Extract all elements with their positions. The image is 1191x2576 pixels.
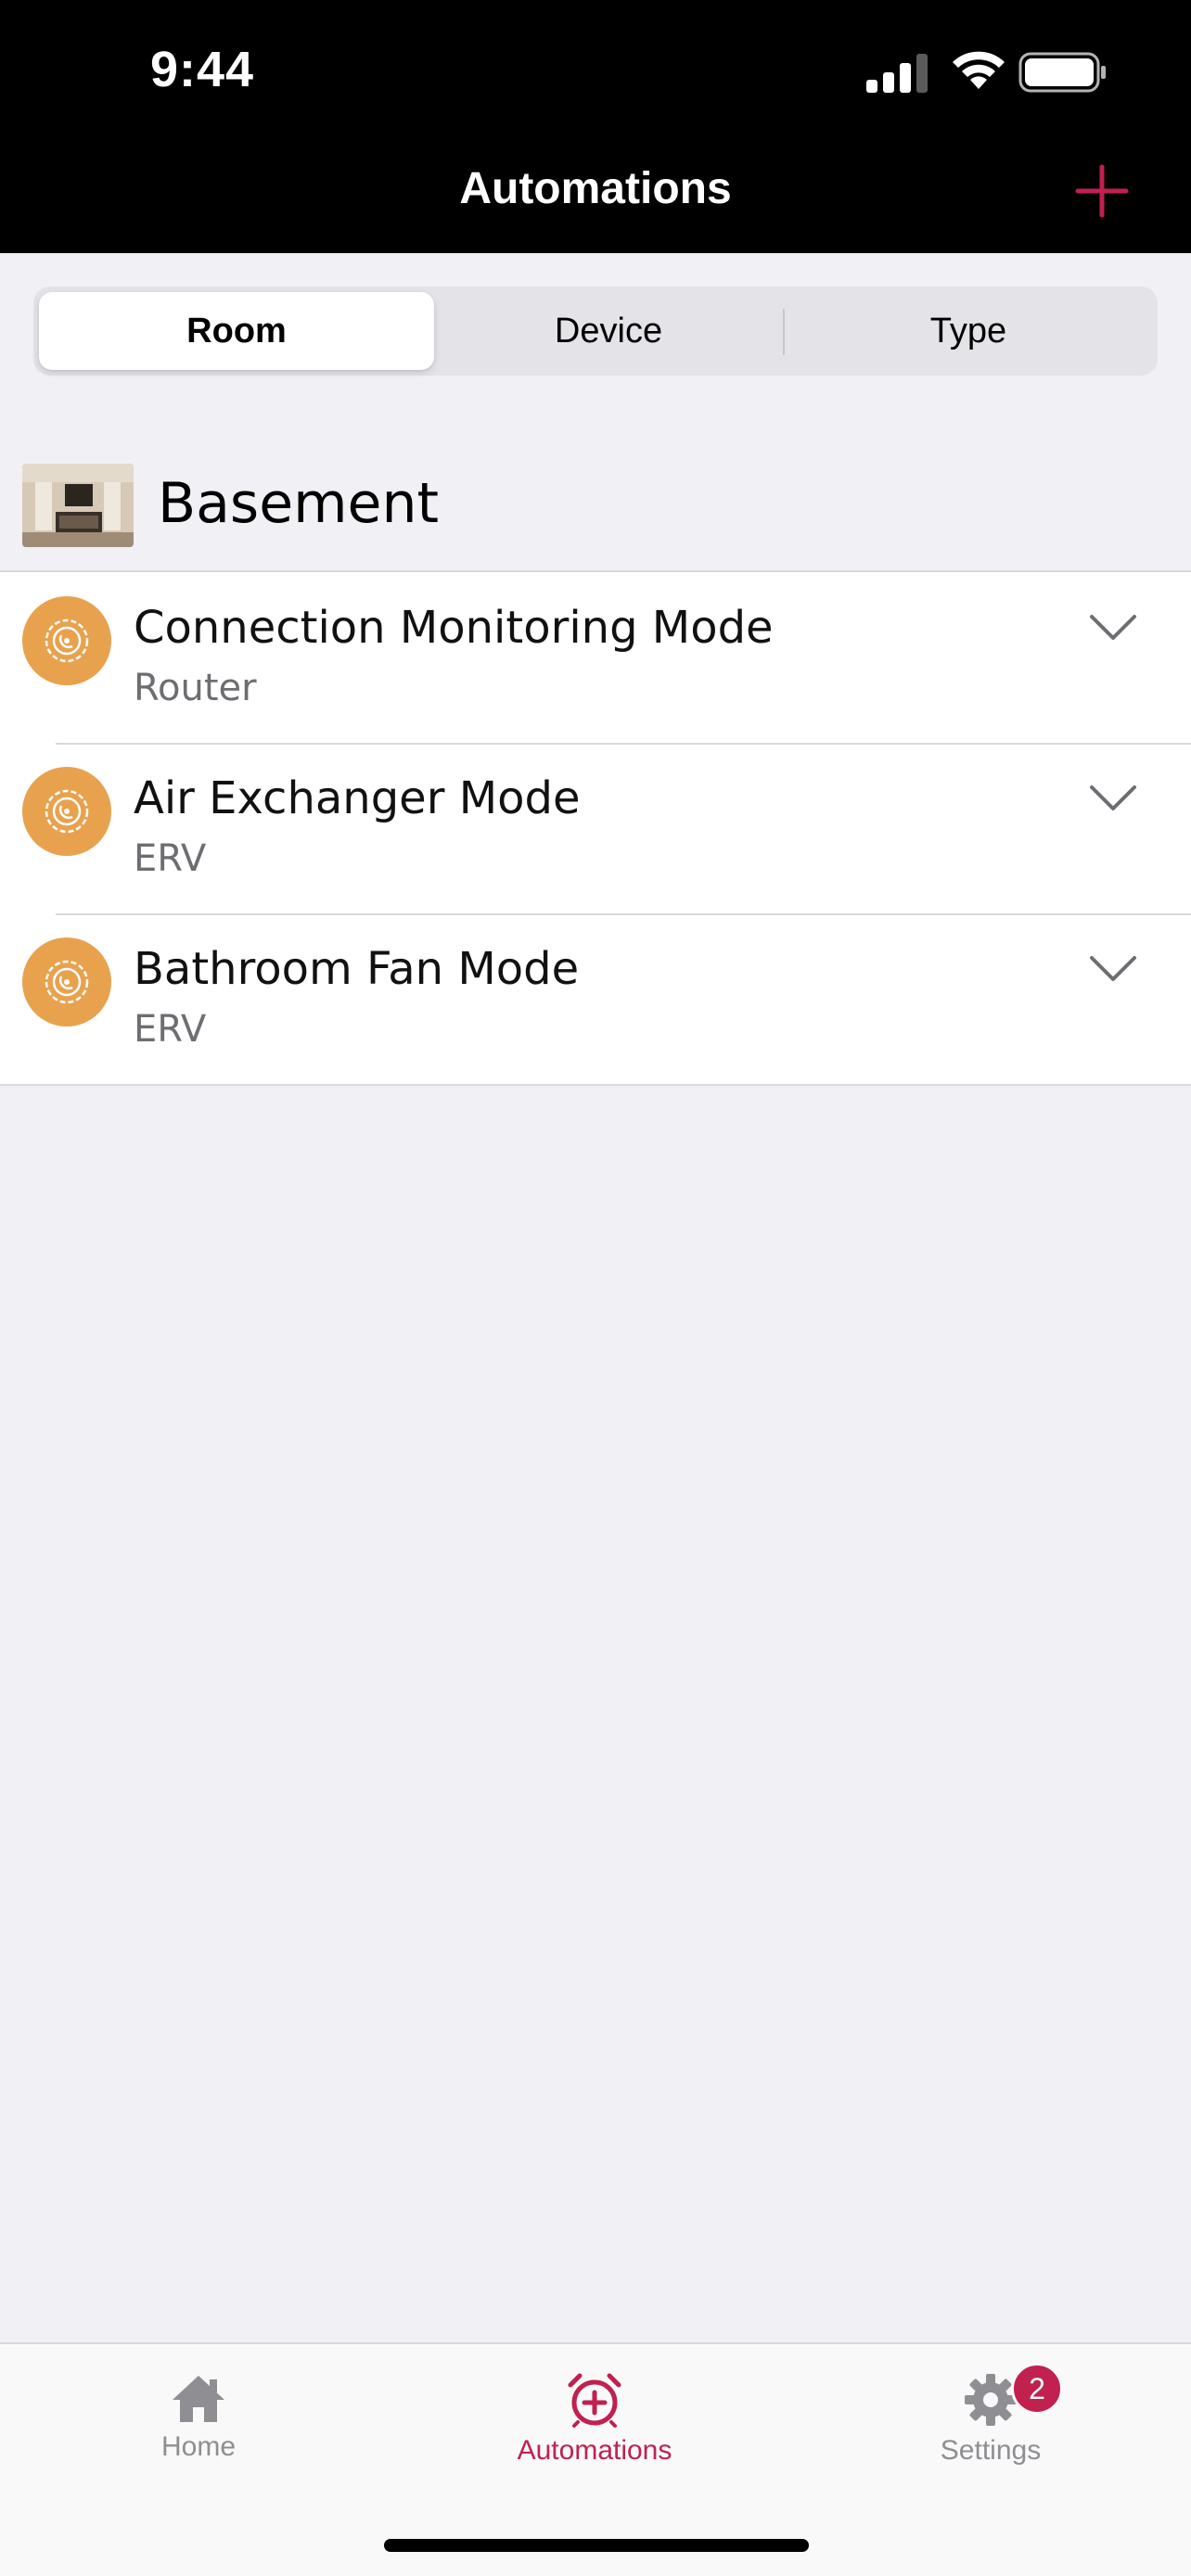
tab-home[interactable]: Home: [59, 2372, 338, 2463]
chevron-down-icon[interactable]: [1089, 784, 1137, 813]
segment-type[interactable]: Type: [785, 292, 1152, 370]
chevron-down-icon[interactable]: [1089, 613, 1137, 643]
cellular-signal-icon: [866, 54, 928, 93]
automation-gear-icon: [22, 596, 111, 685]
room-thumbnail: [22, 464, 134, 547]
segment-device[interactable]: Device: [434, 292, 783, 370]
tab-home-label: Home: [160, 2431, 237, 2462]
list-item[interactable]: Air Exchanger Mode ERV: [0, 743, 1191, 913]
automation-list: Connection Monitoring Mode Router Air Ex…: [0, 570, 1191, 1086]
wifi-icon: [953, 51, 1005, 89]
tab-automations[interactable]: Automations: [455, 2372, 734, 2467]
automation-device: Router: [134, 667, 257, 709]
automation-device: ERV: [134, 1008, 207, 1051]
automation-gear-icon: [22, 767, 111, 856]
tab-settings-label: Settings: [940, 2435, 1042, 2466]
group-by-segmented-control: Room Device Type: [33, 287, 1158, 376]
tab-settings[interactable]: 2 Settings: [852, 2363, 1130, 2467]
home-indicator: [384, 2539, 809, 2552]
tab-automations-label: Automations: [517, 2435, 672, 2466]
notification-badge: 2: [1011, 2363, 1063, 2415]
gear-icon: [965, 2374, 1017, 2426]
automation-gear-icon: [22, 937, 111, 1027]
battery-icon: [1018, 52, 1106, 93]
automation-title: Air Exchanger Mode: [134, 772, 581, 824]
page-title: Automations: [459, 164, 732, 213]
list-item[interactable]: Bathroom Fan Mode ERV: [0, 913, 1191, 1084]
list-item[interactable]: Connection Monitoring Mode Router: [0, 572, 1191, 743]
home-icon: [173, 2376, 224, 2422]
plus-icon[interactable]: [1074, 163, 1130, 219]
top-bar: 9:44 Automations: [0, 0, 1191, 253]
room-name: Basement: [158, 471, 440, 536]
automation-title: Connection Monitoring Mode: [134, 602, 774, 654]
automation-title: Bathroom Fan Mode: [134, 943, 580, 995]
segment-room[interactable]: Room: [39, 292, 434, 370]
automation-device: ERV: [134, 837, 207, 880]
alarm-clock-plus-icon: [568, 2373, 621, 2428]
status-time: 9:44: [150, 42, 255, 97]
chevron-down-icon[interactable]: [1089, 954, 1137, 984]
